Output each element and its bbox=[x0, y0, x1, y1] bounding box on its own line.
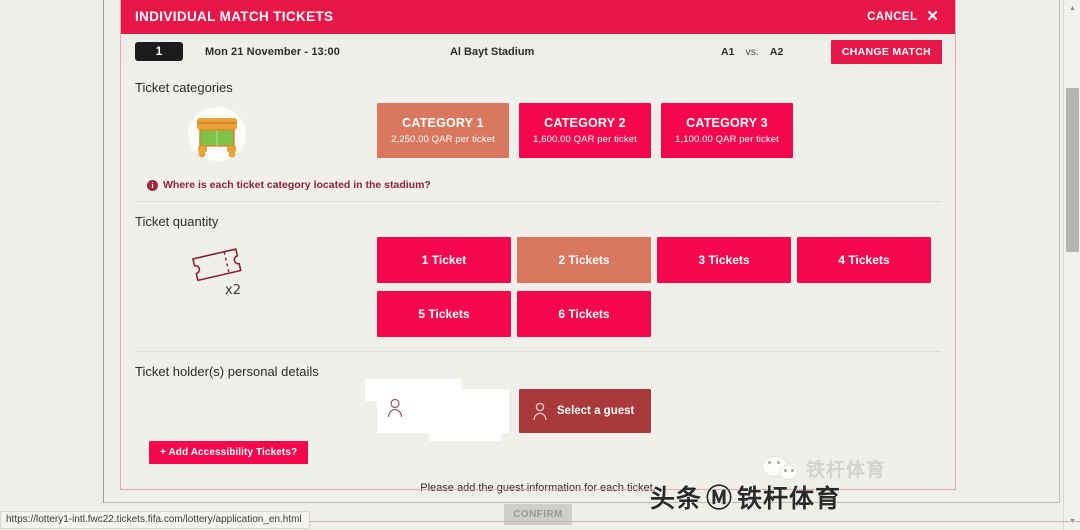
category-price: 1,100.00 QAR per ticket bbox=[675, 134, 779, 145]
vs-label: vs. bbox=[745, 45, 759, 58]
ticket-quantity-area: x2 1 Ticket 2 Tickets 3 Tickets 4 Ticket… bbox=[135, 229, 941, 341]
person-icon bbox=[387, 398, 403, 418]
ticket-quantity-title: Ticket quantity bbox=[135, 214, 219, 229]
status-bar-url: https://lottery1-intl.fwc22.tickets.fifa… bbox=[0, 511, 310, 529]
ticket-holders-area: Select a guest + Add Accessibility Ticke… bbox=[135, 379, 941, 474]
ticket-holder-slot-1[interactable] bbox=[365, 379, 509, 441]
category-location-label: Where is each ticket category located in… bbox=[163, 179, 431, 191]
modal-bottom-rule bbox=[121, 489, 955, 490]
ticket-icon: x2 bbox=[192, 248, 242, 298]
cancel-button[interactable]: CANCEL ✕ bbox=[867, 9, 939, 24]
category-price: 2,250.00 QAR per ticket bbox=[391, 134, 495, 145]
away-team: A2 bbox=[769, 45, 784, 58]
scrollbar-thumb[interactable] bbox=[1066, 88, 1079, 252]
category-button-1[interactable]: CATEGORY 1 2,250.00 QAR per ticket bbox=[377, 103, 509, 158]
holder-slots: Select a guest bbox=[365, 379, 651, 441]
match-summary-row: 1 Mon 21 November - 13:00 Al Bayt Stadiu… bbox=[121, 35, 955, 68]
category-name: CATEGORY 3 bbox=[686, 116, 768, 130]
modal-body: Ticket categories CATEGORY 1 2,250.00 QA… bbox=[121, 68, 955, 525]
quantity-button-4[interactable]: 4 Tickets bbox=[797, 237, 931, 283]
add-accessibility-tickets-button[interactable]: + Add Accessibility Tickets? bbox=[149, 441, 309, 464]
quantity-button-5[interactable]: 5 Tickets bbox=[377, 291, 511, 337]
select-a-guest-button[interactable]: Select a guest bbox=[519, 389, 651, 433]
category-button-2[interactable]: CATEGORY 2 1,600.00 QAR per ticket bbox=[519, 103, 651, 158]
match-teams: A1 vs. A2 bbox=[721, 46, 783, 58]
scroll-up-arrow-icon[interactable]: ▲ bbox=[1064, 0, 1080, 17]
quantity-button-6[interactable]: 6 Tickets bbox=[517, 291, 651, 337]
match-date: Mon 21 November - 13:00 bbox=[205, 45, 340, 58]
ticket-holders-title: Ticket holder(s) personal details bbox=[135, 364, 319, 379]
ticket-categories-area: CATEGORY 1 2,250.00 QAR per ticket CATEG… bbox=[135, 95, 941, 177]
status-bar-rule bbox=[260, 521, 1080, 522]
ticket-quantity-buttons: 1 Ticket 2 Tickets 3 Tickets 4 Tickets 5… bbox=[377, 237, 937, 337]
category-location-link[interactable]: i Where is each ticket category located … bbox=[147, 179, 941, 191]
select-a-guest-label: Select a guest bbox=[557, 405, 635, 417]
change-match-button[interactable]: CHANGE MATCH bbox=[830, 39, 942, 64]
quantity-button-1[interactable]: 1 Ticket bbox=[377, 237, 511, 283]
guest-info-note: Please add the guest information for eac… bbox=[420, 482, 656, 494]
individual-match-tickets-modal: INDIVIDUAL MATCH TICKETS CANCEL ✕ 1 Mon … bbox=[120, 0, 956, 525]
category-name: CATEGORY 2 bbox=[544, 116, 626, 130]
cancel-label: CANCEL bbox=[867, 10, 918, 23]
person-icon bbox=[533, 402, 547, 420]
modal-title: INDIVIDUAL MATCH TICKETS bbox=[135, 9, 334, 24]
category-button-3[interactable]: CATEGORY 3 1,100.00 QAR per ticket bbox=[661, 103, 793, 158]
match-number-badge: 1 bbox=[135, 42, 183, 61]
screenshot-root: INDIVIDUAL MATCH TICKETS CANCEL ✕ 1 Mon … bbox=[0, 0, 1080, 530]
category-name: CATEGORY 1 bbox=[402, 116, 484, 130]
ticket-category-buttons: CATEGORY 1 2,250.00 QAR per ticket CATEG… bbox=[377, 103, 793, 158]
quantity-button-2[interactable]: 2 Tickets bbox=[517, 237, 651, 283]
category-price: 1,600.00 QAR per ticket bbox=[533, 134, 637, 145]
home-team: A1 bbox=[721, 45, 735, 58]
vertical-scrollbar[interactable]: ▲ ▼ bbox=[1063, 0, 1080, 530]
stadium-icon bbox=[188, 107, 246, 161]
match-stadium: Al Bayt Stadium bbox=[449, 45, 535, 58]
ticket-categories-title: Ticket categories bbox=[135, 80, 233, 95]
close-x-icon[interactable]: ✕ bbox=[926, 9, 939, 24]
modal-header: INDIVIDUAL MATCH TICKETS CANCEL ✕ bbox=[121, 0, 955, 34]
info-circle-icon: i bbox=[147, 179, 158, 191]
quantity-button-3[interactable]: 3 Tickets bbox=[657, 237, 791, 283]
ticket-icon-badge: x2 bbox=[225, 283, 241, 298]
